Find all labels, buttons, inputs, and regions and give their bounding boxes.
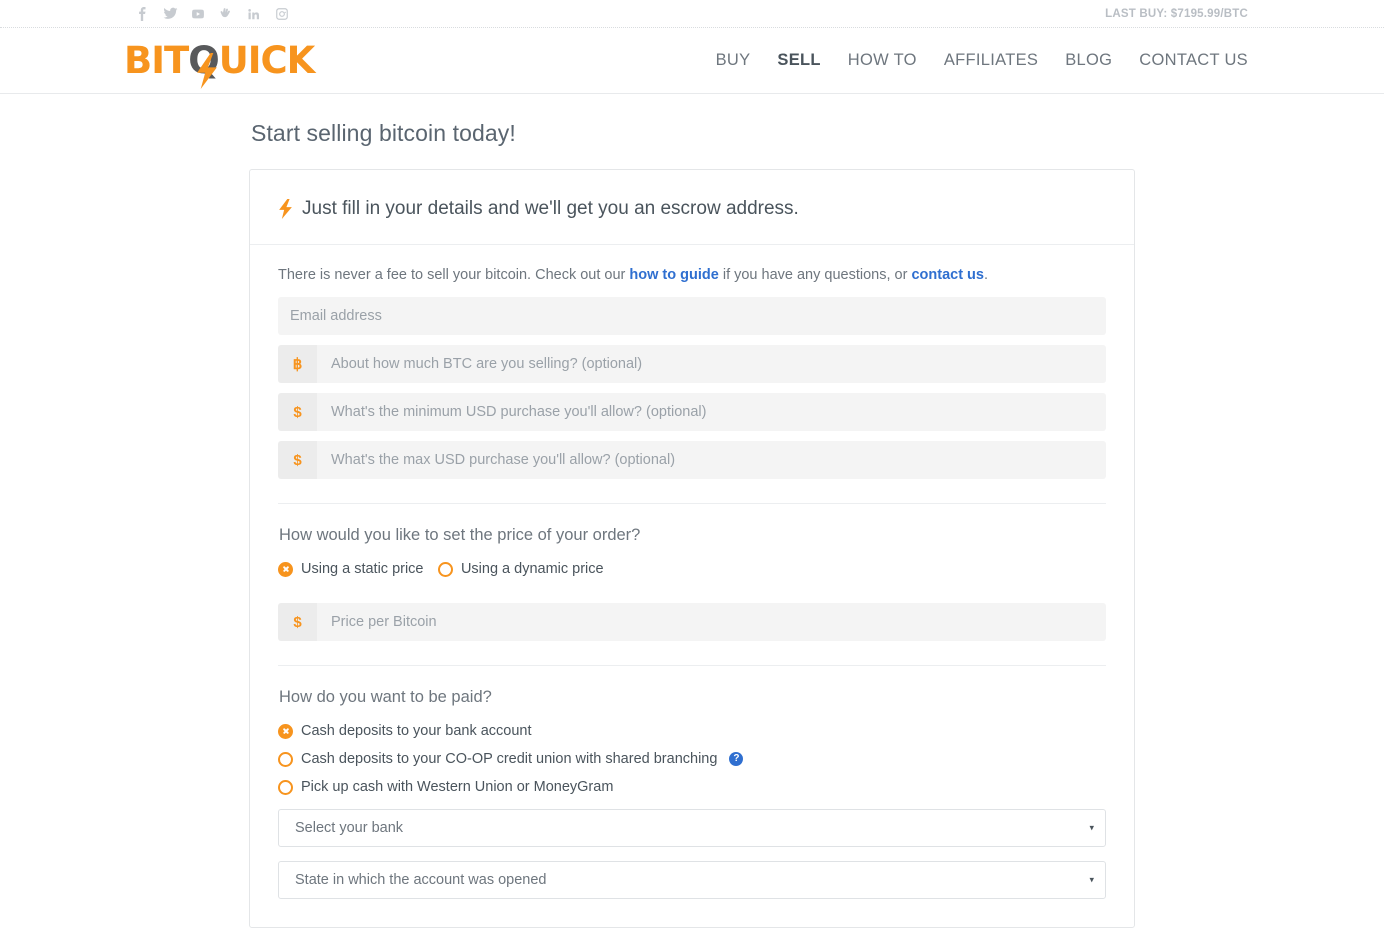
site-header: BIT Q UICK BUY SELL HOW TO AFFILIATES BL… xyxy=(0,28,1384,94)
price-question: How would you like to set the price of y… xyxy=(279,526,641,544)
radio-static-price-label[interactable]: Using a static price xyxy=(301,561,424,577)
radio-option-dynamic-price[interactable]: Using a dynamic price xyxy=(437,561,604,577)
lead-text-after: . xyxy=(983,267,989,283)
nav-item-blog[interactable]: BLOG xyxy=(1065,51,1112,70)
lead-text-middle: if you have any questions, or xyxy=(718,267,912,283)
radio-option-western-union[interactable]: Pick up cash with Western Union or Money… xyxy=(278,779,1106,795)
how-to-guide-link[interactable]: how to guide xyxy=(629,267,718,283)
facebook-icon[interactable] xyxy=(134,6,150,22)
section-divider xyxy=(278,665,1106,666)
state-select-value: State in which the account was opened xyxy=(295,872,547,888)
lightning-bolt-icon xyxy=(279,199,292,219)
page-title: Start selling bitcoin today! xyxy=(251,120,516,146)
lead-paragraph: There is never a fee to sell your bitcoi… xyxy=(278,267,1106,283)
radio-western-union-label[interactable]: Pick up cash with Western Union or Money… xyxy=(301,779,613,795)
help-question-mark-icon[interactable]: ? xyxy=(729,752,744,766)
btc-amount-field-row: ฿ xyxy=(278,345,1106,383)
price-per-bitcoin-input[interactable] xyxy=(317,603,1106,641)
max-usd-input[interactable] xyxy=(317,441,1106,479)
min-usd-input[interactable] xyxy=(317,393,1106,431)
price-radio-group: Using a static price Using a dynamic pri… xyxy=(278,561,1106,593)
nav-item-how-to[interactable]: HOW TO xyxy=(848,51,917,70)
twitter-icon[interactable] xyxy=(162,6,178,22)
radio-coop-credit-union-label[interactable]: Cash deposits to your CO-OP credit union… xyxy=(301,751,717,767)
radio-coop-credit-union-icon[interactable] xyxy=(278,751,293,767)
youtube-icon[interactable] xyxy=(190,6,206,22)
card-header-title-text: Just fill in your details and we'll get … xyxy=(302,198,799,219)
card-header-title-row: Just fill in your details and we'll get … xyxy=(278,198,1106,220)
top-utility-bar: LAST BUY: $7195.99/BTC xyxy=(0,0,1384,28)
linkedin-icon[interactable] xyxy=(246,6,262,22)
dollar-symbol-icon: $ xyxy=(278,393,317,431)
section-divider xyxy=(278,503,1106,504)
sell-form-card: Just fill in your details and we'll get … xyxy=(249,169,1135,928)
btc-amount-input[interactable] xyxy=(317,345,1106,383)
email-input[interactable] xyxy=(278,297,1106,335)
radio-dynamic-price-icon[interactable] xyxy=(437,561,453,577)
last-buy-ticker: LAST BUY: $7195.99/BTC xyxy=(1105,7,1248,20)
dollar-symbol-icon: $ xyxy=(278,441,317,479)
radio-bank-deposit-icon[interactable] xyxy=(278,723,293,739)
bitcointalk-icon[interactable] xyxy=(218,6,234,22)
payment-question: How do you want to be paid? xyxy=(279,688,492,706)
radio-bank-deposit-label[interactable]: Cash deposits to your bank account xyxy=(301,723,532,739)
instagram-icon[interactable] xyxy=(274,6,290,22)
email-field-row xyxy=(278,297,1106,335)
max-usd-field-row: $ xyxy=(278,441,1106,479)
logo-text-bit: BIT xyxy=(124,39,189,82)
min-usd-field-row: $ xyxy=(278,393,1106,431)
radio-option-coop-credit-union[interactable]: Cash deposits to your CO-OP credit union… xyxy=(278,751,1106,767)
nav-item-buy[interactable]: BUY xyxy=(716,51,751,70)
main-navigation: BUY SELL HOW TO AFFILIATES BLOG CONTACT … xyxy=(716,51,1248,70)
bank-select-value: Select your bank xyxy=(295,820,404,836)
bank-select-wrap: Select your bank ▾ xyxy=(278,809,1106,847)
dollar-symbol-icon: $ xyxy=(278,603,317,641)
radio-option-static-price[interactable]: Using a static price xyxy=(278,561,424,577)
nav-item-sell[interactable]: SELL xyxy=(777,51,820,70)
contact-us-link[interactable]: contact us xyxy=(911,267,984,283)
radio-static-price-icon[interactable] xyxy=(278,561,293,577)
card-header: Just fill in your details and we'll get … xyxy=(250,170,1134,245)
bitquick-logo[interactable]: BIT Q UICK xyxy=(124,39,316,89)
radio-western-union-icon[interactable] xyxy=(278,779,293,795)
nav-item-affiliates[interactable]: AFFILIATES xyxy=(944,51,1038,70)
card-body: There is never a fee to sell your bitcoi… xyxy=(250,245,1134,927)
radio-dynamic-price-label[interactable]: Using a dynamic price xyxy=(461,561,604,577)
bitcoin-symbol-icon: ฿ xyxy=(278,345,317,383)
lead-text-before: There is never a fee to sell your bitcoi… xyxy=(278,267,630,283)
content-container: Start selling bitcoin today! Just fill i… xyxy=(249,120,1135,928)
logo-text-uick: UICK xyxy=(218,39,316,82)
nav-item-contact-us[interactable]: CONTACT US xyxy=(1139,51,1248,70)
social-links xyxy=(134,6,290,22)
state-select[interactable]: State in which the account was opened xyxy=(278,861,1106,899)
page-content: Start selling bitcoin today! Just fill i… xyxy=(0,120,1384,928)
price-per-bitcoin-field-row: $ xyxy=(278,603,1106,641)
bank-select[interactable]: Select your bank xyxy=(278,809,1106,847)
state-select-wrap: State in which the account was opened ▾ xyxy=(278,861,1106,899)
logo-text-q: Q xyxy=(188,39,219,82)
radio-option-bank-deposit[interactable]: Cash deposits to your bank account xyxy=(278,723,1106,739)
